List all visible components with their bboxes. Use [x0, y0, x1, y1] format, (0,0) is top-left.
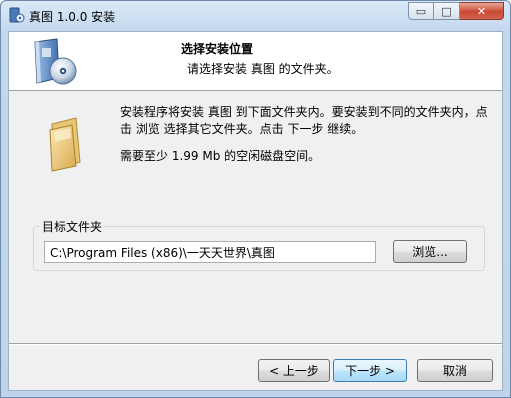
- window-title: 真图 1.0.0 安装: [29, 10, 116, 24]
- destination-path-input[interactable]: [44, 241, 376, 263]
- caption-buttons: ▭ □ ✕: [408, 2, 504, 20]
- installer-app-icon: [9, 7, 25, 23]
- installer-disc-box-icon: [34, 38, 77, 85]
- cancel-button[interactable]: 取消: [417, 359, 493, 382]
- footer-divider: [9, 343, 502, 345]
- space-required-text: 需要至少 1.99 Mb 的空闲磁盘空间。: [120, 149, 321, 163]
- destination-folder-label: 目标文件夹: [40, 218, 105, 235]
- minimize-icon: ▭: [415, 4, 427, 18]
- close-button[interactable]: ✕: [460, 2, 504, 20]
- title-bar[interactable]: 真图 1.0.0 安装 ▭ □ ✕: [1, 1, 510, 31]
- page-subtitle: 请选择安装 真图 的文件夹。: [187, 62, 339, 76]
- minimize-button[interactable]: ▭: [408, 2, 434, 20]
- page-title: 选择安装位置: [181, 42, 254, 56]
- instruction-text: 安装程序将安装 真图 到下面文件夹内。要安装到不同的文件夹内，点击 浏览 选择其…: [120, 105, 488, 136]
- folder-icon: [49, 117, 81, 172]
- back-button[interactable]: < 上一步: [258, 359, 330, 382]
- close-icon: ✕: [476, 4, 487, 18]
- page-header: 选择安装位置 请选择安装 真图 的文件夹。: [9, 32, 502, 91]
- maximize-button[interactable]: □: [434, 2, 460, 20]
- browse-button[interactable]: 浏览...: [393, 240, 467, 263]
- next-button[interactable]: 下一步 >: [333, 359, 407, 382]
- dialog-client-area: 选择安装位置 请选择安装 真图 的文件夹。 安装程序将安装 真图 到下面文件夹内…: [8, 31, 503, 391]
- installer-window: 真图 1.0.0 安装 ▭ □ ✕ 选择安装位置 请选择安装 真图 的文件夹。 …: [0, 0, 511, 398]
- maximize-icon: □: [441, 4, 452, 18]
